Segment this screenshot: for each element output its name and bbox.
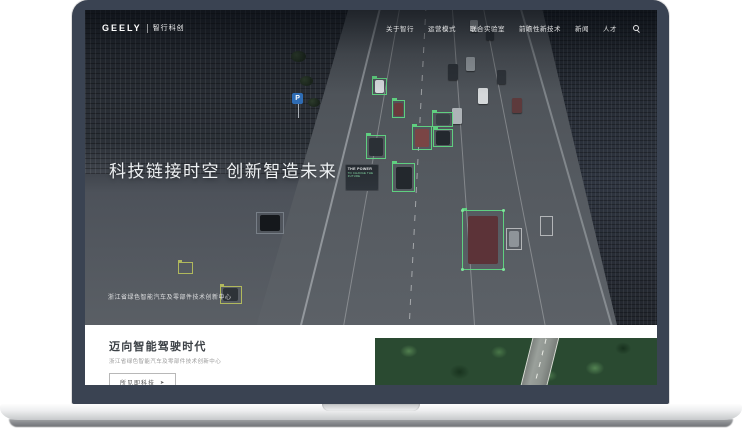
hero-headline: 科技链接时空 创新智造未来 [109, 162, 338, 181]
logo[interactable]: GEELY 智行科创 [102, 23, 185, 33]
learn-more-button[interactable]: 所见即科技 ➤ [109, 373, 177, 386]
laptop-screen: THE POWER TO CHANGE THE FUTURE P GEELY 智… [72, 0, 669, 404]
section-heading: 迈向智能驾驶时代 [109, 341, 207, 353]
hero-caption: 浙江省绿色智能汽车及零部件技术创新中心 [108, 295, 232, 301]
logo-suffix: 智行科创 [152, 25, 185, 32]
browser-viewport: THE POWER TO CHANGE THE FUTURE P GEELY 智… [85, 10, 657, 385]
nav-item-4[interactable]: 新闻 [575, 23, 589, 33]
arrow-right-icon: ➤ [160, 379, 166, 386]
section-subtitle: 浙江省绿色智能汽车及零部件技术创新中心 [109, 359, 222, 365]
intro-text-block: 迈向智能驾驶时代 浙江省绿色智能汽车及零部件技术创新中心 所见即科技 ➤ [109, 338, 221, 385]
nav-item-1[interactable]: 运营模式 [428, 23, 456, 33]
nav-item-3[interactable]: 前瞻性新技术 [519, 23, 561, 33]
nav-item-0[interactable]: 关于智行 [386, 23, 414, 33]
laptop-base-shadow [9, 419, 733, 427]
search-icon[interactable] [633, 25, 639, 31]
nav-item-2[interactable]: 联合实验室 [470, 23, 505, 33]
forest-road-stripe [519, 338, 562, 385]
site-header: GEELY 智行科创 关于智行 运营模式 联合实验室 前瞻性新技术 新闻 人才 [85, 10, 657, 33]
logo-brand: GEELY [102, 23, 142, 33]
laptop-mockup: THE POWER TO CHANGE THE FUTURE P GEELY 智… [0, 0, 742, 429]
laptop-base [0, 404, 742, 420]
forest-road-image [375, 338, 657, 385]
logo-divider [146, 23, 148, 33]
intro-section: 迈向智能驾驶时代 浙江省绿色智能汽车及零部件技术创新中心 所见即科技 ➤ [85, 325, 657, 385]
learn-more-label: 所见即科技 [120, 381, 156, 385]
laptop-notch [322, 404, 420, 411]
main-nav: 关于智行 运营模式 联合实验室 前瞻性新技术 新闻 人才 [386, 23, 639, 33]
nav-item-5[interactable]: 人才 [603, 23, 617, 33]
hero-section: THE POWER TO CHANGE THE FUTURE P GEELY 智… [85, 10, 657, 325]
